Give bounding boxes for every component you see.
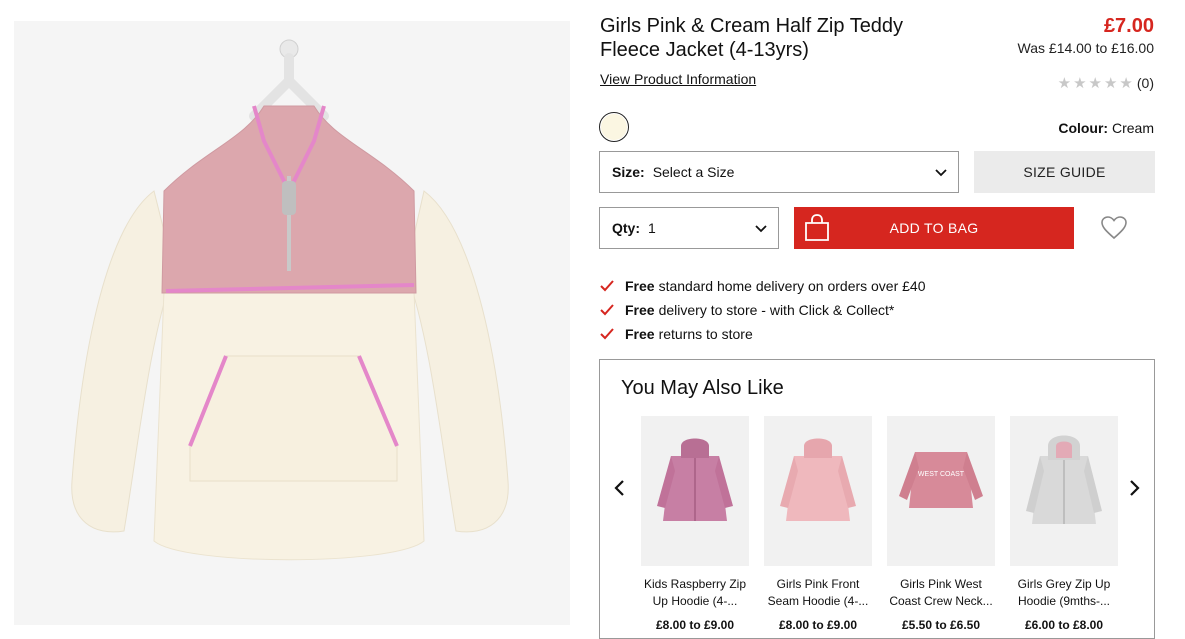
shopping-bag-icon [805,214,829,241]
product-card-image [764,416,872,566]
view-product-information-link[interactable]: View Product Information [600,71,756,87]
check-icon [600,280,614,292]
sweater-print-text: WEST COAST [918,471,965,478]
product-card-name: Kids Raspberry Zip Up Hoodie (4-... [643,577,747,608]
benefit-click-collect: Free delivery to store - with Click & Co… [600,302,894,318]
product-card-image [1010,416,1118,566]
size-value: Select a Size [652,164,735,180]
qty-value: 1 [648,220,656,236]
chevron-down-icon [755,225,767,233]
product-title: Girls Pink & Cream Half Zip Teddy Fleece… [600,14,960,62]
colour-selection: Colour: Cream [1058,120,1154,136]
chevron-down-icon [935,169,947,177]
product-card[interactable]: Girls Grey Zip Up Hoodie (9mths-... £6.0… [1010,416,1118,632]
chevron-left-icon[interactable] [612,478,628,498]
benefit-text: returns to store [658,326,753,342]
benefit-bold: Free [625,302,655,318]
size-guide-button[interactable]: SIZE GUIDE [974,151,1155,193]
quantity-select[interactable]: Qty: 1 [599,207,779,249]
product-card[interactable]: Girls Pink Front Seam Hoodie (4-... £8.0… [764,416,872,632]
benefit-home-delivery: Free standard home delivery on orders ov… [600,278,926,294]
size-label: Size: [612,164,645,180]
product-card-price: £8.00 to £9.00 [655,618,735,632]
product-card-name: Girls Pink West Coast Crew Neck... [889,577,993,608]
star-icon: ★ [1057,74,1072,92]
check-icon [600,304,614,316]
benefit-returns: Free returns to store [600,326,753,342]
add-to-bag-label: ADD TO BAG [889,220,979,236]
product-card[interactable]: WEST COAST Girls Pink West Coast Crew Ne… [887,416,995,632]
product-photo [71,39,509,561]
benefit-text: delivery to store - with Click & Collect… [658,302,895,318]
was-price: Was £14.00 to £16.00 [1017,40,1154,56]
product-card-image [641,416,749,566]
swatch-fill [601,114,627,140]
product-card-name: Girls Pink Front Seam Hoodie (4-... [767,577,869,608]
colour-value: Cream [1111,120,1154,136]
star-icon: ★ [1103,74,1118,92]
rating-count: (0) [1136,75,1154,91]
recommendations-title: You May Also Like [621,377,784,399]
size-select[interactable]: Size: Select a Size [599,151,959,193]
product-card[interactable]: Kids Raspberry Zip Up Hoodie (4-... £8.0… [641,416,749,632]
product-card-price: £8.00 to £9.00 [778,618,858,632]
product-image[interactable] [14,21,570,625]
recommendations-panel: You May Also Like Kids Raspberry Zip Up … [599,359,1155,639]
product-card-price: £6.00 to £8.00 [1024,618,1104,632]
check-icon [600,328,614,340]
colour-label: Colour: [1058,120,1109,136]
colour-swatch-cream[interactable] [599,112,629,142]
qty-label: Qty: [612,220,640,236]
product-card-price: £5.50 to £6.50 [901,618,981,632]
benefit-text: standard home delivery on orders over £4… [658,278,926,294]
star-icon: ★ [1119,74,1133,92]
chevron-right-icon[interactable] [1126,478,1142,498]
product-price: £7.00 [1103,15,1154,37]
heart-icon[interactable] [1100,214,1128,242]
product-card-name: Girls Grey Zip Up Hoodie (9mths-... [1017,577,1111,608]
star-icon: ★ [1073,74,1087,92]
add-to-bag-button[interactable]: ADD TO BAG [794,207,1074,249]
product-title-line-2: Fleece Jacket (4-13yrs) [600,39,809,61]
star-icon: ★ [1088,74,1102,92]
rating[interactable]: ★ ★ ★ ★ ★ (0) [1058,75,1154,91]
benefit-bold: Free [625,326,655,342]
product-card-image: WEST COAST [887,416,995,566]
product-title-line-1: Girls Pink & Cream Half Zip Teddy [600,15,904,37]
benefit-bold: Free [625,278,655,294]
